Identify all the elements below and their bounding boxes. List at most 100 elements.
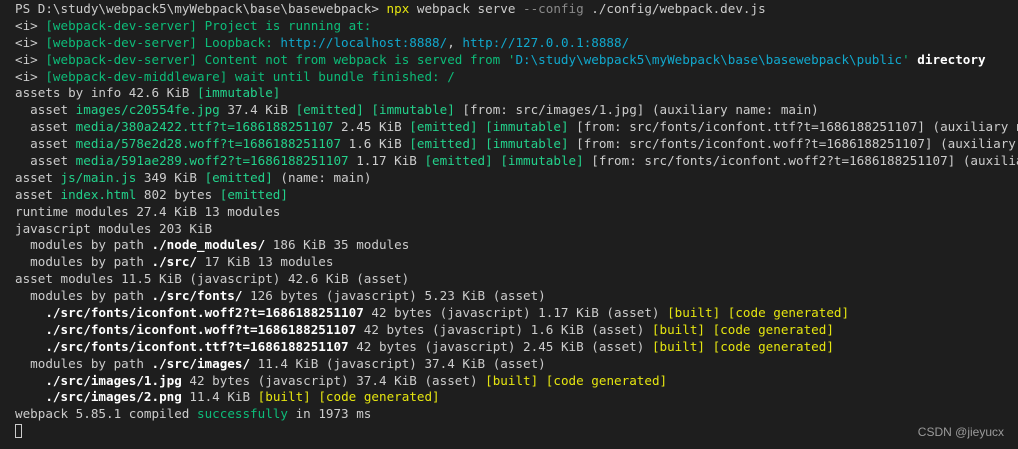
terminal-text-segment: in 1973 ms (287, 406, 372, 422)
terminal-text-segment: ./src/images/2.png (45, 389, 182, 405)
terminal-text-segment: modules by path (15, 288, 152, 304)
terminal-text-segment: asset (15, 119, 76, 135)
terminal-text-segment: media/578e2d28.woff?t=1686188251107 (75, 136, 342, 152)
terminal-text-segment: 2.45 KiB (333, 119, 410, 135)
terminal-text-segment: media/380a2422.ttf?t=1686188251107 (75, 119, 334, 135)
terminal-output[interactable]: PS D:\study\webpack5\myWebpack\base\base… (15, 0, 1018, 440)
terminal-text-segment: [immutable] (500, 153, 584, 169)
terminal-text-segment: modules by path (15, 254, 152, 270)
terminal-text-segment: --config (523, 1, 584, 16)
terminal-text-segment: <i> (15, 34, 46, 50)
terminal-text-segment: <i> (15, 17, 46, 33)
terminal-line: ./src/fonts/iconfont.woff2?t=16861882511… (15, 305, 1018, 322)
terminal-text-segment: javascript modules 203 KiB (15, 220, 213, 236)
terminal-text-segment: [built] (651, 321, 705, 337)
terminal-line: asset index.html 802 bytes [emitted] (15, 187, 1018, 204)
terminal-text-segment: 1.6 KiB (341, 136, 410, 152)
terminal-line: runtime modules 27.4 KiB 13 modules (15, 204, 1018, 221)
terminal-text-segment: asset (15, 136, 76, 152)
terminal-line: <i> [webpack-dev-middleware] wait until … (15, 69, 1018, 86)
terminal-text-segment: ./src/fonts/iconfont.woff2?t=16861882511… (45, 305, 364, 321)
terminal-line: asset media/380a2422.ttf?t=1686188251107… (15, 119, 1018, 136)
terminal-line: ./src/fonts/iconfont.woff?t=168618825110… (15, 322, 1018, 339)
terminal-text-segment: [from: src/images/1.jpg] (auxiliary name… (454, 102, 819, 118)
terminal-text-segment: [built] (485, 372, 539, 388)
terminal-text-segment: asset (15, 169, 61, 185)
terminal-text-segment: [code generated] (545, 372, 668, 388)
terminal-text-segment: ./src/fonts/iconfont.woff?t=168618825110… (45, 321, 357, 337)
terminal-text-segment: [immutable] (371, 102, 455, 118)
terminal-text-segment: 37.4 KiB (219, 102, 296, 118)
terminal-text-segment: PS D:\study\webpack5\myWebpack\base\base… (15, 1, 387, 16)
csdn-watermark: CSDN @jieyucx (917, 425, 1004, 439)
terminal-text-segment: [webpack-dev-server] Loopback: (45, 34, 281, 50)
terminal-text-segment: [webpack-dev-server] Content not from we… (45, 51, 516, 67)
terminal-line: asset modules 11.5 KiB (javascript) 42.6… (15, 271, 1018, 288)
terminal-text-segment: successfully (196, 406, 288, 422)
terminal-text-segment: 11.4 KiB (javascript) 37.4 KiB (asset) (250, 355, 546, 371)
terminal-text-segment: 349 KiB (136, 169, 205, 185)
terminal-text-segment: asset modules 11.5 KiB (javascript) 42.6… (15, 271, 410, 287)
terminal-text-segment: index.html (60, 186, 137, 202)
terminal-text-segment: [code generated] (712, 321, 834, 337)
terminal-text-segment: [code generated] (727, 305, 850, 321)
terminal-text-segment: js/main.js (60, 169, 137, 185)
terminal-line: <i> [webpack-dev-server] Content not fro… (15, 52, 1018, 69)
terminal-line: modules by path ./src/images/ 11.4 KiB (… (15, 356, 1018, 373)
terminal-text-segment: [built] (257, 389, 311, 405)
terminal-text-segment: [code generated] (712, 338, 834, 354)
terminal-text-segment: 42 bytes (javascript) 2.45 KiB (asset) (348, 338, 652, 354)
terminal-text-segment: [webpack-dev-server] Project is running … (45, 17, 372, 33)
text-cursor (15, 424, 22, 439)
terminal-text-segment: ./node_modules/ (151, 237, 266, 253)
terminal-text-segment: ./src/images/ (151, 355, 251, 371)
terminal-text-segment: [emitted] (204, 169, 273, 185)
terminal-text-segment: 186 KiB 35 modules (265, 237, 410, 253)
terminal-text-segment: modules by path (15, 237, 152, 253)
terminal-text-segment: npx (386, 1, 410, 16)
terminal-text-segment: [emitted] (295, 102, 364, 118)
prompt-line[interactable] (15, 423, 1018, 440)
terminal-line: modules by path ./src/ 17 KiB 13 modules (15, 254, 1018, 271)
terminal-line: ./src/fonts/iconfont.ttf?t=1686188251107… (15, 339, 1018, 356)
terminal-text-segment: runtime modules 27.4 KiB 13 modules (15, 203, 281, 219)
terminal-text-segment: [built] (651, 338, 706, 354)
terminal-text-segment: [immutable] (485, 136, 569, 152)
terminal-text-segment: <i> (15, 51, 46, 67)
terminal-text-segment: ./src/images/1.jpg (45, 372, 182, 388)
terminal-text-segment: [immutable] (196, 85, 281, 101)
terminal-text-segment: <i> (15, 68, 46, 84)
terminal-text-segment: http://127.0.0.1:8888/ (462, 34, 630, 50)
terminal-text-segment: ./src/ (151, 254, 197, 270)
terminal-text-segment: ' (902, 51, 918, 67)
terminal-line: assets by info 42.6 KiB [immutable] (15, 85, 1018, 102)
terminal-text-segment: http://localhost:8888/ (280, 34, 448, 50)
terminal-text-segment: asset (15, 102, 76, 118)
terminal-text-segment: 42 bytes (javascript) 1.6 KiB (asset) (356, 321, 652, 337)
terminal-text-segment: modules by path (15, 355, 152, 371)
terminal-text-segment: media/591ae289.woff2?t=1686188251107 (75, 153, 349, 169)
terminal-text-segment: [from: src/fonts/iconfont.woff?t=1686188… (576, 136, 1016, 152)
terminal-text-segment: [emitted] (219, 186, 288, 202)
terminal-text-segment: [code generated] (318, 389, 440, 405)
terminal-line: ./src/images/2.png 11.4 KiB [built] [cod… (15, 389, 1018, 406)
terminal-text-segment: directory (917, 51, 986, 67)
terminal-line: PS D:\study\webpack5\myWebpack\base\base… (15, 1, 1018, 18)
terminal-text-segment: [emitted] (409, 136, 478, 152)
terminal-line: <i> [webpack-dev-server] Project is runn… (15, 18, 1018, 35)
terminal-line: ./src/images/1.jpg 42 bytes (javascript)… (15, 373, 1018, 390)
terminal-text-segment: [built] (667, 305, 721, 321)
terminal-text-segment: (name: main) (272, 169, 372, 185)
terminal-text-segment: images/c20554fe.jpg (75, 102, 220, 118)
terminal-text-segment: 126 bytes (javascript) 5.23 KiB (asset) (242, 288, 546, 304)
terminal-line: asset js/main.js 349 KiB [emitted] (name… (15, 170, 1018, 187)
terminal-text-segment: 11.4 KiB (181, 389, 258, 405)
terminal-text-segment: 17 KiB 13 modules (196, 254, 334, 270)
terminal-text-segment: ./src/fonts/iconfont.ttf?t=1686188251107 (45, 338, 349, 354)
